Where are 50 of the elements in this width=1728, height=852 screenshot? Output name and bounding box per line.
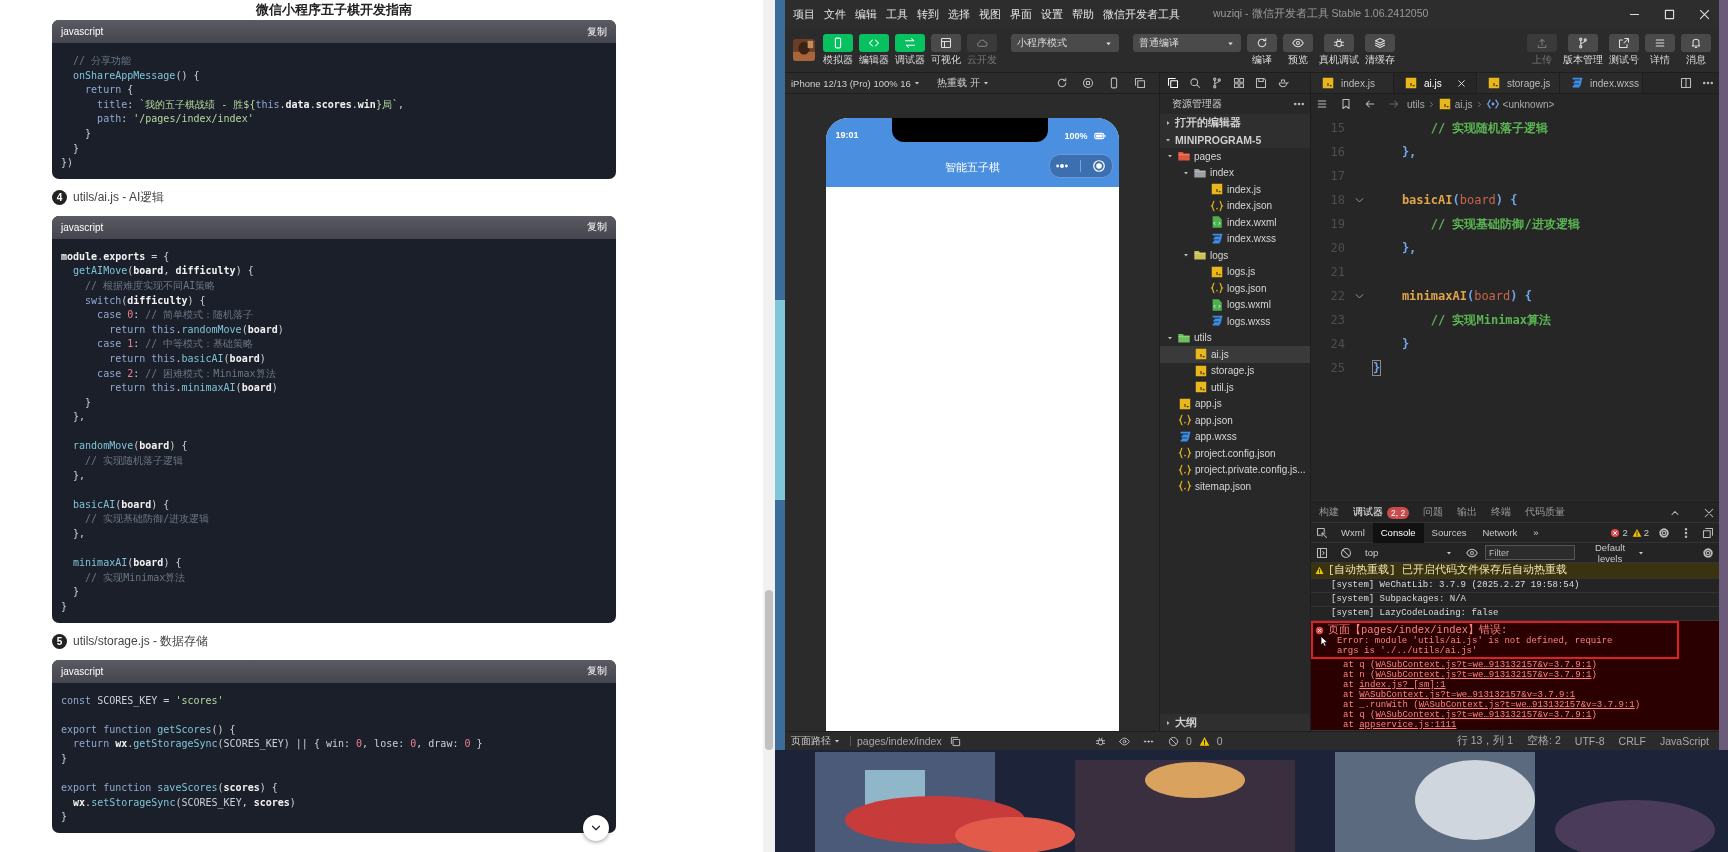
code-line: } [61,751,68,766]
code-line: return this.minimaxAI(board) [108,381,278,396]
code-line: randomMove(board) { [72,439,188,454]
code-line: onShareAppMessage() { [72,68,200,83]
code-line: }, [72,468,86,483]
code-line: return this.basicAI(board) [108,351,266,366]
section-heading: utils/storage.js - 数据存储 [73,632,209,650]
code-line: }, [72,410,86,425]
code-line: // 根据难度实现不同AI策略 [84,278,216,293]
code-line: }) [61,156,74,171]
code-line: case 1: // 中等模式：基础策略 [96,337,254,352]
code-line: const SCORES_KEY = 'scores' [61,693,224,709]
code-line: } [61,810,68,825]
code-line: // 分享功能 [72,54,132,68]
code-line: path: '/pages/index/index' [96,112,254,127]
code-line: // 实现随机落子逻辑 [84,454,184,469]
article-title: 微信小程序五子棋开发指南 [255,1,413,19]
scrollbar[interactable] [763,0,775,852]
section-heading: utils/ai.js - AI逻辑 [73,188,165,206]
language-label: javascript [61,221,104,233]
code-line: wx.setStorageSync(SCORES_KEY, scores) [72,795,296,811]
copy-button[interactable]: 复制 [587,24,607,39]
code-line: title: `我的五子棋战绩 - 胜${this.data.scores.win}局`, [96,97,404,112]
code-line: }, [72,527,86,542]
language-label: javascript [61,665,104,677]
code-line: return { [84,83,134,98]
code-line: // 实现基础防御/进攻逻辑 [84,512,210,527]
number-badge: 4 [52,189,67,205]
code-line: export function getScores() { [61,722,236,737]
copy-button[interactable]: 复制 [587,220,607,235]
code-line: module.exports = { [61,249,170,264]
language-label: javascript [61,26,104,37]
scroll-down-button[interactable] [583,815,609,841]
code-line: } [61,600,68,614]
code-line: } [72,585,80,600]
code-line: minimaxAI(board) { [72,556,182,571]
code-line: return wx.getStorageSync(SCORES_KEY) || { win: 0, lose: 0, draw: 0 } [72,737,483,752]
code-line: } [84,126,92,141]
code-line: getAIMove(board, difficulty) { [72,264,254,279]
code-line: switch(difficulty) { [84,293,206,308]
code-line: } [84,395,92,410]
code-line: export function saveScores(scores) { [61,781,278,796]
code-line: basicAI(board) { [72,497,170,512]
code-line: // 实现Minimax算法 [84,570,186,585]
code-line: } [72,141,80,156]
code-line: case 2: // 困难模式：Minimax算法 [96,366,276,381]
copy-button[interactable]: 复制 [587,664,607,679]
number-badge: 5 [52,633,67,649]
code-line: case 0: // 简单模式：随机落子 [96,308,254,323]
code-line: return this.randomMove(board) [108,322,284,337]
